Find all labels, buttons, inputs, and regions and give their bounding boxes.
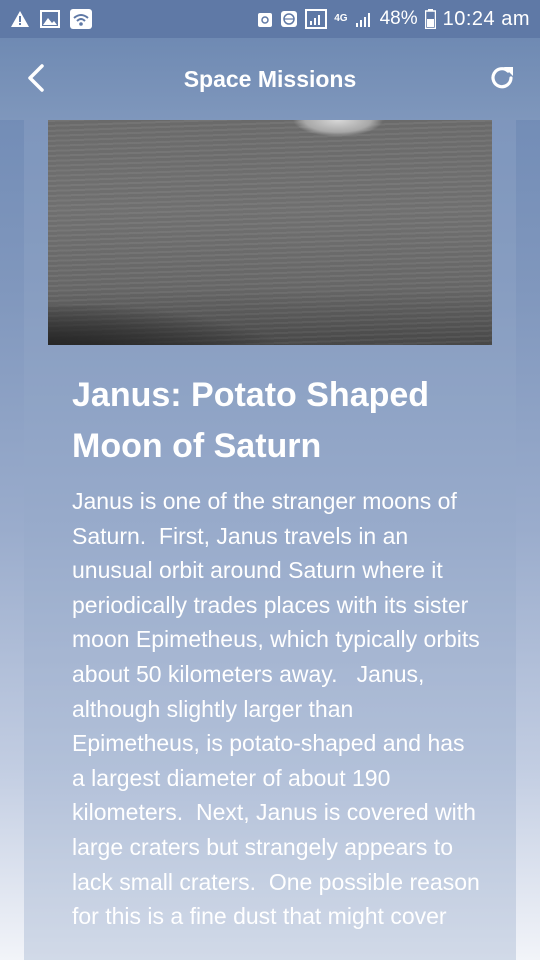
battery-percent: 48%	[379, 8, 418, 29]
back-button[interactable]	[20, 62, 52, 98]
system-status: 4G 48% 10:24 am	[257, 8, 530, 31]
warning-icon	[10, 10, 30, 28]
status-bar: 4G 48% 10:24 am	[0, 0, 540, 38]
image-icon	[40, 10, 60, 28]
article-title: Janus: Potato Shaped Moon of Saturn	[72, 376, 430, 465]
4g-icon: 4G	[334, 13, 348, 24]
battery-icon	[424, 9, 436, 29]
article-body: Janus is one of the stranger moons of Sa…	[72, 488, 487, 930]
saturn-moon-image	[48, 120, 492, 345]
chevron-left-icon	[27, 63, 45, 97]
signal-icon	[305, 9, 328, 29]
wifi-icon	[70, 9, 92, 29]
globe-icon	[280, 10, 298, 28]
clock: 10:24 am	[442, 7, 530, 30]
recycle-icon	[257, 10, 273, 28]
app-bar: Space Missions	[0, 38, 540, 120]
refresh-button[interactable]	[484, 62, 520, 98]
cell-signal-icon	[355, 10, 373, 28]
notification-icons	[10, 9, 92, 29]
refresh-icon	[488, 64, 516, 97]
app-title: Space Missions	[183, 65, 357, 92]
